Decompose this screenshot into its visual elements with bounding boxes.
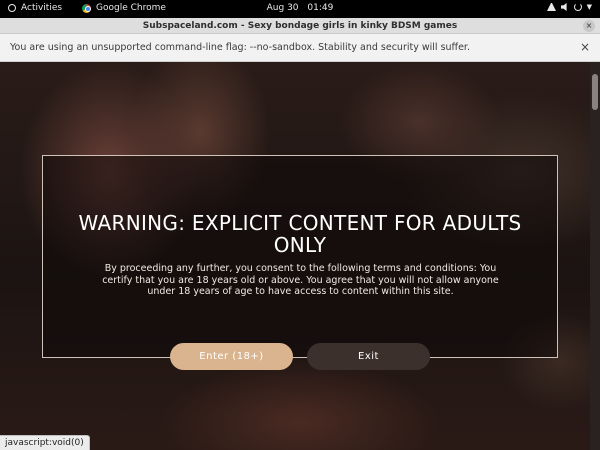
window-title: Subspaceland.com - Sexy bondage girls in… (142, 21, 458, 31)
clock-time: 01:49 (307, 3, 334, 13)
network-icon (546, 3, 556, 11)
volume-icon (560, 3, 567, 11)
status-bubble: javascript:void(0) (0, 435, 90, 450)
scrollbar-thumb[interactable] (592, 74, 598, 110)
clock-date: Aug 30 (266, 3, 299, 13)
sandbox-warning-infobar: You are using an unsupported command-lin… (0, 34, 600, 62)
gnome-top-bar: Activities Google Chrome Aug 30 01:49 ▼ (0, 0, 600, 18)
page-scrollbar[interactable] (590, 62, 600, 450)
clock[interactable]: Aug 30 01:49 (0, 3, 600, 13)
window-close-button[interactable]: × (583, 20, 595, 32)
system-tray[interactable]: ▼ (546, 3, 592, 11)
infobar-message: You are using an unsupported command-lin… (10, 42, 470, 53)
infobar-close-button[interactable]: × (580, 40, 590, 54)
terms-text: By proceeding any further, you consent t… (102, 263, 499, 297)
age-verification-modal: WARNING: EXPLICIT CONTENT FOR ADULTS ONL… (42, 155, 558, 358)
enter-button[interactable]: Enter (18+) (170, 343, 293, 370)
window-titlebar[interactable]: Subspaceland.com - Sexy bondage girls in… (0, 18, 600, 34)
exit-button[interactable]: Exit (307, 343, 430, 370)
power-icon (573, 3, 582, 11)
chevron-down-icon: ▼ (586, 3, 592, 11)
warning-heading: WARNING: EXPLICIT CONTENT FOR ADULTS ONL… (78, 211, 522, 257)
